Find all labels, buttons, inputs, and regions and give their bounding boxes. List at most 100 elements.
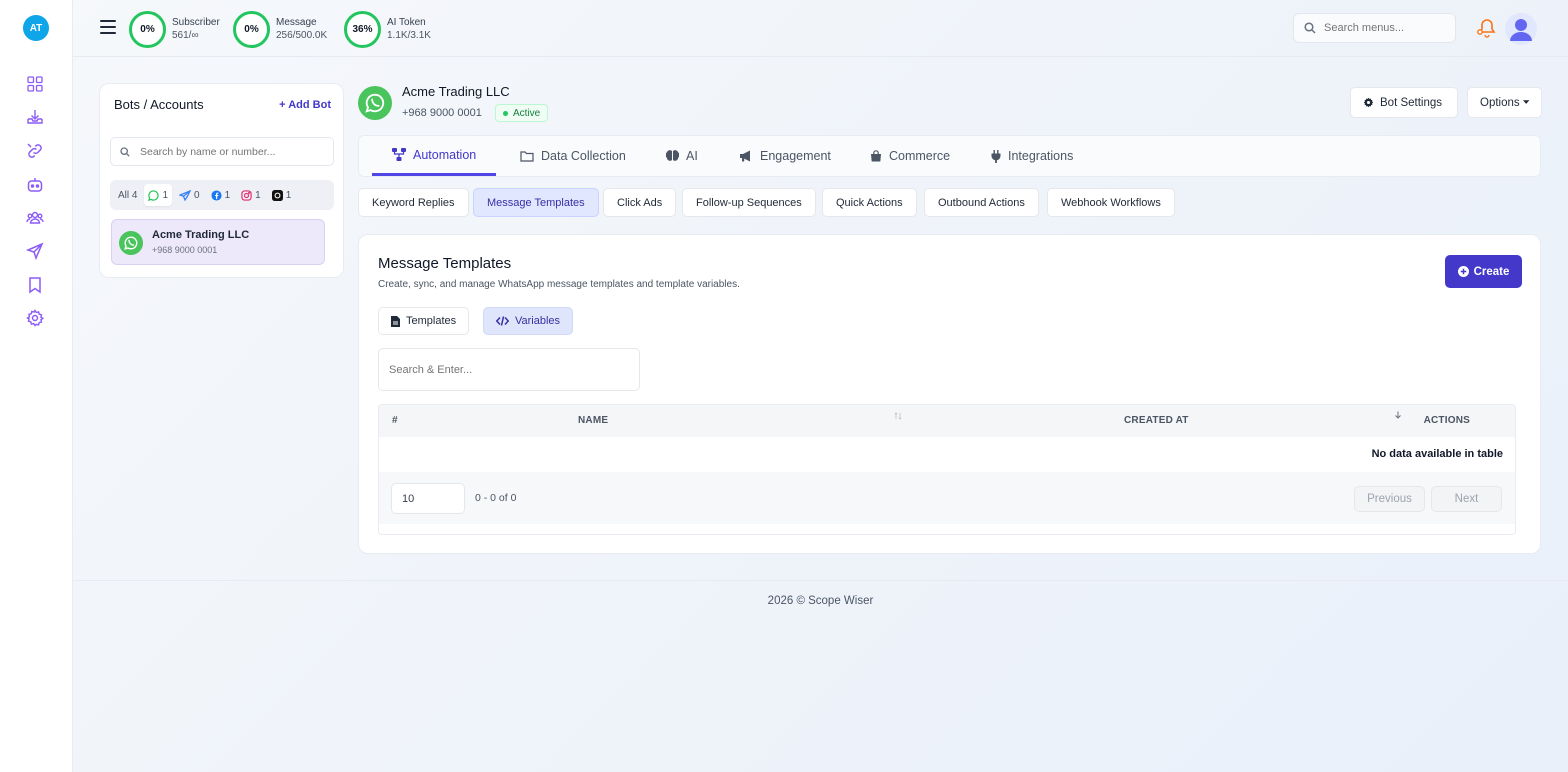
search-icon [1304, 22, 1316, 34]
create-button[interactable]: Create [1445, 255, 1522, 288]
filter-facebook[interactable]: 1 [207, 184, 235, 206]
subtab-webhook-workflows[interactable]: Webhook Workflows [1047, 188, 1175, 217]
bot-icon[interactable] [25, 175, 45, 195]
tab-data-collection[interactable]: Data Collection [520, 136, 626, 176]
column-header-created-at[interactable]: CREATED AT [1124, 415, 1189, 426]
options-label: Options [1480, 96, 1520, 109]
pagination-range: 0 - 0 of 0 [475, 492, 517, 504]
column-header-index[interactable]: # [392, 415, 398, 426]
status-badge-label: Active [513, 107, 541, 119]
plug-icon [991, 149, 1001, 163]
filter-whatsapp-count: 1 [162, 189, 169, 201]
sort-icon[interactable] [894, 412, 902, 420]
ai-token-value: 1.1K/3.1K [387, 30, 431, 41]
bots-accounts-panel: Bots / Accounts + Add Bot All 4 1 0 1 1 … [99, 83, 344, 278]
threads-icon [271, 189, 283, 201]
tab-automation-label: Automation [413, 147, 477, 162]
subtab-click-ads[interactable]: Click Ads [603, 188, 677, 217]
dashboard-icon[interactable] [25, 74, 45, 94]
filter-facebook-count: 1 [224, 189, 231, 201]
tab-engagement-label: Engagement [760, 149, 831, 163]
variables-toggle-label: Variables [515, 315, 561, 327]
ai-token-label: AI Token [387, 17, 426, 28]
link-icon[interactable] [25, 141, 45, 161]
filter-telegram-count: 0 [194, 189, 200, 201]
bot-title: Acme Trading LLC [402, 84, 510, 99]
tab-automation[interactable]: Automation [372, 136, 497, 176]
subtab-keyword-replies[interactable]: Keyword Replies [358, 188, 469, 217]
table-pagination: 10 0 - 0 of 0 Previous Next [379, 472, 1515, 524]
message-progress-ring: 0% [233, 10, 270, 48]
subscriber-value: 561/∞ [172, 30, 199, 41]
next-page-button[interactable]: Next [1431, 486, 1502, 512]
bot-number: +968 9000 0001 [402, 107, 482, 119]
filter-telegram[interactable]: 0 [175, 184, 204, 206]
filter-all[interactable]: All 4 [114, 184, 141, 206]
folder-icon [520, 150, 534, 162]
users-icon[interactable] [25, 208, 45, 228]
user-initials-logo[interactable]: AT [23, 15, 49, 41]
top-bar: 0% Subscriber 561/∞ 0% Message 256/500.0… [73, 0, 1568, 57]
tab-integrations-label: Integrations [1008, 149, 1074, 163]
bot-search-input[interactable] [140, 145, 320, 158]
variables-table: # NAME CREATED AT ACTIONS No data availa… [378, 404, 1516, 535]
settings-icon[interactable] [25, 308, 45, 328]
search-menus-box[interactable] [1293, 13, 1456, 43]
variables-toggle[interactable]: Variables [483, 307, 574, 335]
filter-threads[interactable]: 1 [268, 184, 296, 206]
bot-settings-button[interactable]: Bot Settings [1350, 87, 1458, 118]
bot-list-item-number: +968 9000 0001 [152, 245, 218, 255]
sort-desc-icon[interactable] [1394, 411, 1402, 419]
templates-toggle[interactable]: Templates [378, 307, 470, 335]
search-menus-input[interactable] [1324, 22, 1444, 34]
message-stat: 0% Message 256/500.0K [233, 10, 327, 48]
previous-page-button[interactable]: Previous [1354, 486, 1425, 512]
templates-toggle-label: Templates [406, 315, 457, 327]
add-bot-button[interactable]: + Add Bot [279, 99, 331, 111]
table-search-input[interactable] [389, 363, 619, 376]
subscriber-label: Subscriber [172, 17, 220, 28]
code-icon [496, 316, 509, 326]
telegram-icon [179, 189, 192, 201]
tab-engagement[interactable]: Engagement [739, 136, 831, 176]
message-value: 256/500.0K [276, 30, 328, 41]
user-avatar[interactable] [1505, 13, 1537, 45]
sidebar: AT [0, 0, 73, 772]
ai-token-stat: 36% AI Token 1.1K/3.1K [344, 10, 431, 48]
megaphone-icon [740, 150, 750, 162]
filter-whatsapp[interactable]: 1 [144, 184, 173, 206]
ai-token-progress-ring: 36% [344, 10, 381, 48]
subscriber-progress-ring: 0% [129, 10, 166, 48]
card-title: Message Templates [378, 255, 512, 272]
status-badge: Active [495, 104, 549, 122]
create-button-label: Create [1473, 265, 1510, 278]
table-empty-row: No data available in table [379, 437, 1515, 472]
document-icon [391, 315, 400, 327]
bot-settings-label: Bot Settings [1380, 96, 1443, 109]
subtab-quick-actions[interactable]: Quick Actions [822, 188, 917, 217]
filter-instagram[interactable]: 1 [237, 184, 265, 206]
bot-list-item[interactable]: Acme Trading LLC +968 9000 0001 [111, 219, 325, 265]
send-icon[interactable] [25, 241, 45, 261]
page-size-select[interactable]: 10 [391, 483, 465, 514]
inbox-download-icon[interactable] [25, 107, 45, 127]
footer-copyright: 2026 © Scope Wiser [767, 595, 874, 607]
bot-search-box[interactable] [110, 137, 334, 166]
notification-bell-icon[interactable] [1476, 18, 1498, 43]
tab-integrations[interactable]: Integrations [991, 136, 1073, 176]
tab-ai[interactable]: AI [666, 136, 698, 176]
subtab-outbound-actions[interactable]: Outbound Actions [924, 188, 1039, 217]
subtab-message-templates[interactable]: Message Templates [473, 188, 599, 217]
tab-ai-label: AI [686, 149, 698, 163]
table-search-box[interactable] [378, 348, 640, 391]
column-header-name[interactable]: NAME [578, 415, 608, 426]
options-dropdown[interactable]: Options [1467, 87, 1542, 118]
plus-circle-icon [1457, 266, 1469, 277]
subtab-follow-up-sequences[interactable]: Follow-up Sequences [682, 188, 816, 217]
table-header: # NAME CREATED AT ACTIONS [379, 405, 1515, 437]
whatsapp-icon [148, 189, 160, 201]
tab-commerce[interactable]: Commerce [870, 136, 950, 176]
bookmark-icon[interactable] [25, 275, 45, 295]
tab-commerce-label: Commerce [889, 149, 951, 163]
menu-toggle-icon[interactable] [100, 20, 116, 34]
